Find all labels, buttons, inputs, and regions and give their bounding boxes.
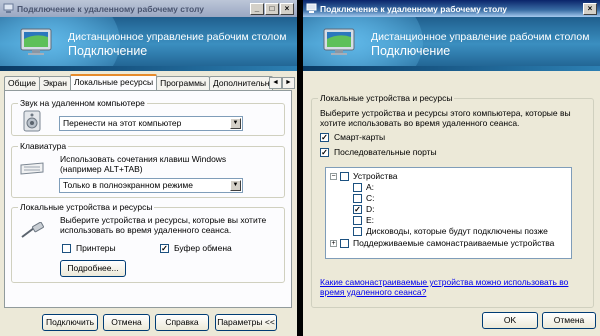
rdp-app-icon bbox=[306, 3, 317, 13]
tab-scroll-right-button[interactable]: ► bbox=[282, 77, 295, 89]
keyboard-select-value: Только в полноэкранном режиме bbox=[63, 180, 193, 190]
chevron-down-icon[interactable]: ▼ bbox=[230, 118, 241, 129]
keyboard-description: Использовать сочетания клавиш Windows (н… bbox=[60, 154, 227, 174]
serial-ports-label: Последовательные порты bbox=[334, 147, 437, 157]
sound-select-value: Перенести на этот компьютер bbox=[63, 118, 182, 128]
local-devices-group: Локальные устройства и ресурсы Выберите … bbox=[11, 202, 285, 283]
chevron-down-icon[interactable]: ▼ bbox=[230, 180, 241, 191]
local-devices-group-label: Локальные устройства и ресурсы bbox=[18, 202, 155, 212]
tree-node-drive-a[interactable]: A: bbox=[353, 182, 374, 192]
drive-a-label: A: bbox=[366, 182, 375, 192]
sound-select[interactable]: Перенести на этот компьютер ▼ bbox=[59, 116, 243, 131]
banner-subtitle: Дистанционное управление рабочим столом bbox=[68, 31, 287, 43]
rdp-app-icon bbox=[3, 3, 14, 13]
tab-scroll-left-button[interactable]: ◄ bbox=[269, 77, 282, 89]
keyboard-icon bbox=[20, 162, 44, 175]
tab-local-resources[interactable]: Локальные ресурсы bbox=[69, 74, 158, 90]
maximize-button[interactable]: □ bbox=[265, 2, 279, 15]
plug-icon bbox=[21, 222, 44, 238]
drive-c-checkbox[interactable] bbox=[353, 193, 362, 203]
smartcards-checkbox[interactable]: ✓ Смарт-карты bbox=[320, 132, 385, 142]
drives-checkbox[interactable] bbox=[340, 171, 349, 181]
printers-label: Принтеры bbox=[76, 243, 116, 253]
cancel-button[interactable]: Отмена bbox=[542, 312, 596, 329]
tab-programs[interactable]: Программы bbox=[156, 76, 211, 90]
clipboard-checkbox-box[interactable]: ✓ bbox=[160, 243, 169, 253]
banner-title: Подключение bbox=[68, 44, 148, 58]
drive-e-checkbox[interactable] bbox=[353, 215, 362, 225]
tree-node-later-drives[interactable]: Дисководы, которые будут подключены позж… bbox=[353, 226, 548, 236]
drive-e-label: E: bbox=[366, 215, 375, 225]
remote-desktop-monitor-icon bbox=[20, 28, 52, 55]
tab-panel-local-resources: Звук на удаленном компьютере Перенести н… bbox=[4, 90, 292, 308]
local-devices-description: Выберите устройства и ресурсы, которые в… bbox=[60, 215, 267, 235]
drive-a-checkbox[interactable] bbox=[353, 182, 362, 192]
smartcards-checkbox-box[interactable]: ✓ bbox=[320, 132, 329, 142]
expand-icon[interactable]: + bbox=[330, 239, 337, 247]
rdp-options-window: Подключение к удаленному рабочему столу … bbox=[0, 0, 297, 336]
local-devices-group: Локальные устройства и ресурсы Выберите … bbox=[311, 93, 594, 308]
title-bar[interactable]: Подключение к удаленному рабочему столу … bbox=[0, 0, 297, 17]
tree-node-drives[interactable]: − Устройства bbox=[330, 171, 397, 181]
local-devices-group-label: Локальные устройства и ресурсы bbox=[318, 93, 455, 103]
intro-text: Выберите устройства и ресурсы этого комп… bbox=[320, 108, 571, 128]
keyboard-select[interactable]: Только в полноэкранном режиме ▼ bbox=[59, 178, 243, 193]
tree-node-drive-e[interactable]: E: bbox=[353, 215, 374, 225]
remote-desktop-monitor-icon bbox=[323, 28, 355, 55]
tab-general[interactable]: Общие bbox=[4, 76, 40, 90]
tab-display[interactable]: Экран bbox=[38, 76, 71, 90]
printers-checkbox-box[interactable] bbox=[62, 243, 71, 253]
banner: Дистанционное управление рабочим столом … bbox=[303, 17, 600, 71]
serial-ports-checkbox[interactable]: ✓ Последовательные порты bbox=[320, 147, 437, 157]
cancel-button[interactable]: Отмена bbox=[103, 314, 150, 331]
title-bar[interactable]: Подключение к удаленному рабочему столу … bbox=[303, 0, 600, 17]
ok-button[interactable]: OK bbox=[482, 312, 538, 329]
banner-title: Подключение bbox=[371, 44, 451, 58]
later-drives-label: Дисководы, которые будут подключены позж… bbox=[366, 226, 548, 236]
window-title: Подключение к удаленному рабочему столу bbox=[320, 3, 508, 14]
keyboard-group: Клавиатура Использовать сочетания клавиш… bbox=[11, 141, 285, 198]
drive-c-label: C: bbox=[366, 193, 375, 203]
connect-button[interactable]: Подключить bbox=[42, 314, 98, 331]
minimize-button[interactable]: _ bbox=[250, 2, 264, 15]
tree-node-drive-c[interactable]: C: bbox=[353, 193, 375, 203]
window-title: Подключение к удаленному рабочему столу bbox=[17, 3, 205, 14]
clipboard-checkbox[interactable]: ✓ Буфер обмена bbox=[160, 243, 232, 253]
options-button[interactable]: Параметры << bbox=[215, 314, 277, 331]
pnp-checkbox[interactable] bbox=[340, 238, 349, 248]
drives-label: Устройства bbox=[353, 171, 398, 181]
pnp-label: Поддерживаемые самонастраиваемые устройс… bbox=[353, 238, 555, 248]
keyboard-group-label: Клавиатура bbox=[18, 141, 69, 151]
smartcards-label: Смарт-карты bbox=[334, 132, 386, 142]
speaker-icon bbox=[23, 110, 41, 132]
more-details-button[interactable]: Подробнее... bbox=[60, 260, 126, 277]
serial-ports-checkbox-box[interactable]: ✓ bbox=[320, 147, 329, 157]
pnp-help-link[interactable]: Какие самонастраиваемые устройства можно… bbox=[320, 277, 580, 297]
sound-group-label: Звук на удаленном компьютере bbox=[18, 98, 147, 108]
tab-advanced[interactable]: Дополнительн bbox=[209, 76, 274, 90]
tree-node-drive-d[interactable]: ✓ D: bbox=[353, 204, 375, 214]
close-button[interactable]: × bbox=[583, 2, 597, 15]
local-devices-dialog: Подключение к удаленному рабочему столу … bbox=[303, 0, 600, 336]
tree-node-pnp-devices[interactable]: + Поддерживаемые самонастраиваемые устро… bbox=[330, 238, 554, 248]
sound-group: Звук на удаленном компьютере Перенести н… bbox=[11, 98, 285, 136]
drive-d-checkbox[interactable]: ✓ bbox=[353, 204, 362, 214]
later-drives-checkbox[interactable] bbox=[353, 226, 362, 236]
devices-tree[interactable]: − Устройства A: C: ✓ D: E: Дисководы, ко… bbox=[325, 167, 572, 259]
tab-strip: Общие Экран Локальные ресурсы Программы … bbox=[4, 74, 274, 90]
clipboard-label: Буфер обмена bbox=[174, 243, 232, 253]
close-button[interactable]: × bbox=[280, 2, 294, 15]
collapse-icon[interactable]: − bbox=[330, 172, 337, 180]
printers-checkbox[interactable]: Принтеры bbox=[62, 243, 116, 253]
drive-d-label: D: bbox=[366, 204, 375, 214]
help-button[interactable]: Справка bbox=[155, 314, 209, 331]
banner-subtitle: Дистанционное управление рабочим столом bbox=[371, 31, 590, 43]
banner: Дистанционное управление рабочим столом … bbox=[0, 17, 297, 71]
